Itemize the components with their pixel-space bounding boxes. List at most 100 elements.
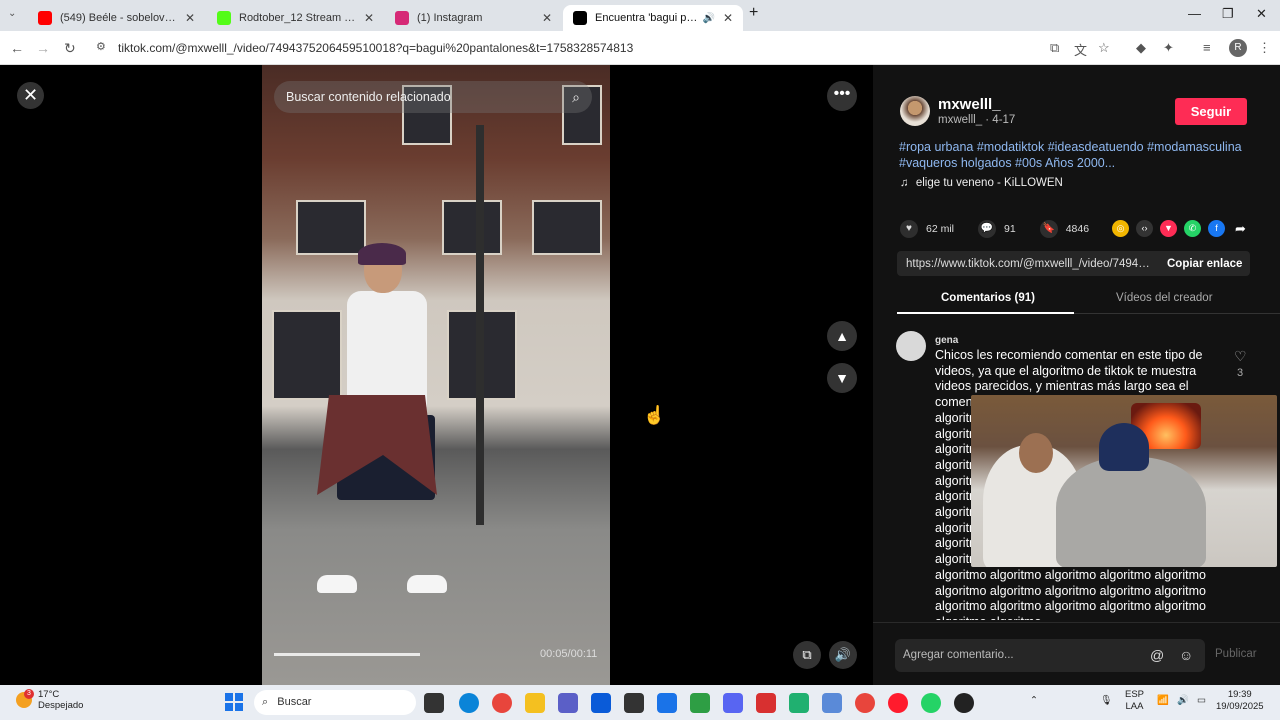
file-explorer-icon[interactable] (525, 693, 545, 713)
person-bandana (358, 243, 406, 265)
share-icon[interactable]: ➦ (1232, 220, 1249, 237)
weather-widget[interactable]: 3 17°C Despejado (16, 689, 83, 711)
video-area: ✕ Buscar contenido relacionado ⌕ 00:05/0… (0, 65, 873, 685)
battery-icon[interactable]: ▭ (1197, 695, 1206, 707)
app-green-icon[interactable] (789, 693, 809, 713)
tab-kick[interactable]: Rodtober_12 Stream - Watch La ✕ (207, 5, 384, 31)
clock[interactable]: 19:39 19/09/2025 (1216, 689, 1264, 713)
profile-avatar[interactable]: R (1229, 39, 1247, 57)
post-hashtags[interactable]: #ropa urbana #modatiktok #ideasdeatuendo… (899, 140, 1259, 171)
start-button[interactable] (225, 693, 243, 711)
facebook-icon[interactable]: f (1208, 220, 1225, 237)
close-video-button[interactable]: ✕ (17, 82, 44, 109)
microphone-icon[interactable]: 🎙 (1100, 695, 1112, 707)
search-icon[interactable]: ⌕ (572, 89, 580, 106)
edge-icon[interactable] (459, 693, 479, 713)
notepad-icon[interactable] (822, 693, 842, 713)
puzzle-icon[interactable]: ✦ (1163, 40, 1174, 56)
reload-icon[interactable]: ↻ (64, 40, 76, 57)
close-icon[interactable]: ✕ (185, 11, 195, 25)
comment-like-icon[interactable]: ♡ (1234, 348, 1247, 365)
whatsapp-icon[interactable]: ✆ (1184, 220, 1201, 237)
related-search-bar[interactable]: Buscar contenido relacionado ⌕ (274, 81, 592, 113)
language-line1: ESP (1125, 689, 1145, 700)
save-button[interactable]: 🔖 4846 (1039, 220, 1089, 238)
word-icon[interactable] (657, 693, 677, 713)
wifi-icon[interactable]: 📶 (1157, 695, 1169, 707)
chrome-icon[interactable] (492, 693, 512, 713)
speaker-icon[interactable]: 🔊 (1177, 695, 1189, 707)
translate-icon[interactable]: 文 (1074, 40, 1087, 59)
task-view-icon[interactable] (424, 693, 444, 713)
bookmark-star-icon[interactable]: ☆ (1098, 40, 1110, 56)
tray-chevron-icon[interactable]: ⌃ (1030, 695, 1038, 707)
language-line2: LAA (1125, 701, 1144, 712)
building-window (296, 200, 366, 255)
tiktok-icon (573, 11, 587, 25)
close-icon[interactable]: ✕ (364, 11, 374, 25)
video-player[interactable]: Buscar contenido relacionado ⌕ 00:05/00:… (262, 65, 610, 685)
extension-icon[interactable]: ◆ (1136, 40, 1146, 56)
window-close-icon[interactable]: ✕ (1256, 6, 1267, 22)
creator-username[interactable]: mxwelll_ (938, 96, 1001, 113)
site-info-icon[interactable]: ⚙ (96, 40, 106, 53)
tab-creator-videos[interactable]: Vídeos del creador (1116, 292, 1213, 304)
back-icon[interactable]: ← (10, 40, 24, 56)
commenter-username[interactable]: gena (935, 335, 958, 346)
tab-tiktok[interactable]: Encuentra 'bagui pantalone 🔊 ✕ (563, 5, 743, 31)
picture-in-picture-icon[interactable]: ⧉ (793, 641, 821, 669)
repost-icon[interactable]: ◎ (1112, 220, 1129, 237)
emoji-icon[interactable]: ☺ (1179, 639, 1193, 672)
new-tab-button[interactable]: + (749, 4, 758, 22)
app-icon[interactable] (624, 693, 644, 713)
commenter-avatar[interactable] (896, 331, 926, 361)
comment-input[interactable]: Agregar comentario... @ ☺ (895, 639, 1205, 672)
previous-video-button[interactable]: ▲ (827, 321, 857, 351)
shoe-right (407, 575, 447, 593)
follow-button[interactable]: Seguir (1175, 98, 1247, 125)
app-red-icon[interactable] (756, 693, 776, 713)
weather-condition: Despejado (38, 700, 84, 711)
obs-icon[interactable] (954, 693, 974, 713)
teams-icon[interactable] (558, 693, 578, 713)
share-link-url[interactable]: https://www.tiktok.com/@mxwelll_/video/7… (906, 258, 1153, 270)
creator-avatar[interactable] (900, 96, 930, 126)
menu-icon[interactable]: ⋮ (1258, 40, 1271, 56)
publish-button[interactable]: Publicar (1215, 648, 1257, 660)
maximize-icon[interactable]: ❐ (1222, 6, 1234, 22)
forward-icon[interactable]: → (36, 40, 50, 56)
copy-link-button[interactable]: Copiar enlace (1167, 258, 1242, 270)
xbox-icon[interactable] (690, 693, 710, 713)
minimize-icon[interactable]: — (1188, 6, 1201, 21)
video-progress-bar[interactable] (274, 653, 420, 656)
more-options-button[interactable]: ••• (827, 81, 857, 111)
taskbar-search[interactable]: ⌕ Buscar (254, 690, 416, 715)
store-icon[interactable] (591, 693, 611, 713)
url-field[interactable]: ⚙ tiktok.com/@mxwelll_/video/74943752064… (90, 35, 1040, 61)
media-icon[interactable]: ≡ (1203, 40, 1211, 55)
chrome-profile-icon[interactable] (855, 693, 875, 713)
tab-youtube[interactable]: (549) Beéle - sobelove (Video O ✕ (28, 5, 205, 31)
creator-subline: mxwelll_ · 4-17 (938, 114, 1016, 126)
search-icon: ⌕ (262, 696, 269, 708)
comment-icon: 💬 (978, 220, 997, 238)
close-icon[interactable]: ✕ (723, 11, 733, 25)
mention-icon[interactable]: @ (1150, 639, 1164, 672)
close-icon[interactable]: ✕ (542, 11, 552, 25)
comment-button[interactable]: 💬 91 (978, 220, 1016, 238)
tab-comments[interactable]: Comentarios (91) (941, 292, 1035, 304)
tab-instagram[interactable]: (1) Instagram ✕ (385, 5, 562, 31)
like-button[interactable]: ♥ 62 mil (900, 220, 954, 238)
embed-icon[interactable]: ‹› (1136, 220, 1153, 237)
discord-icon[interactable] (723, 693, 743, 713)
comment-count: 91 (1004, 223, 1016, 235)
volume-icon[interactable]: 🔊 (829, 641, 857, 669)
send-icon[interactable]: ▼ (1160, 220, 1177, 237)
next-video-button[interactable]: ▼ (827, 363, 857, 393)
opera-icon[interactable] (888, 693, 908, 713)
install-app-icon[interactable]: ⧉ (1050, 40, 1059, 56)
tab-search-icon[interactable]: ⌄ (8, 8, 16, 19)
music-line[interactable]: ♫ elige tu veneno - KiLLOWEN (900, 177, 1063, 189)
language-indicator[interactable]: ESP LAA (1125, 689, 1144, 713)
whatsapp-icon[interactable] (921, 693, 941, 713)
